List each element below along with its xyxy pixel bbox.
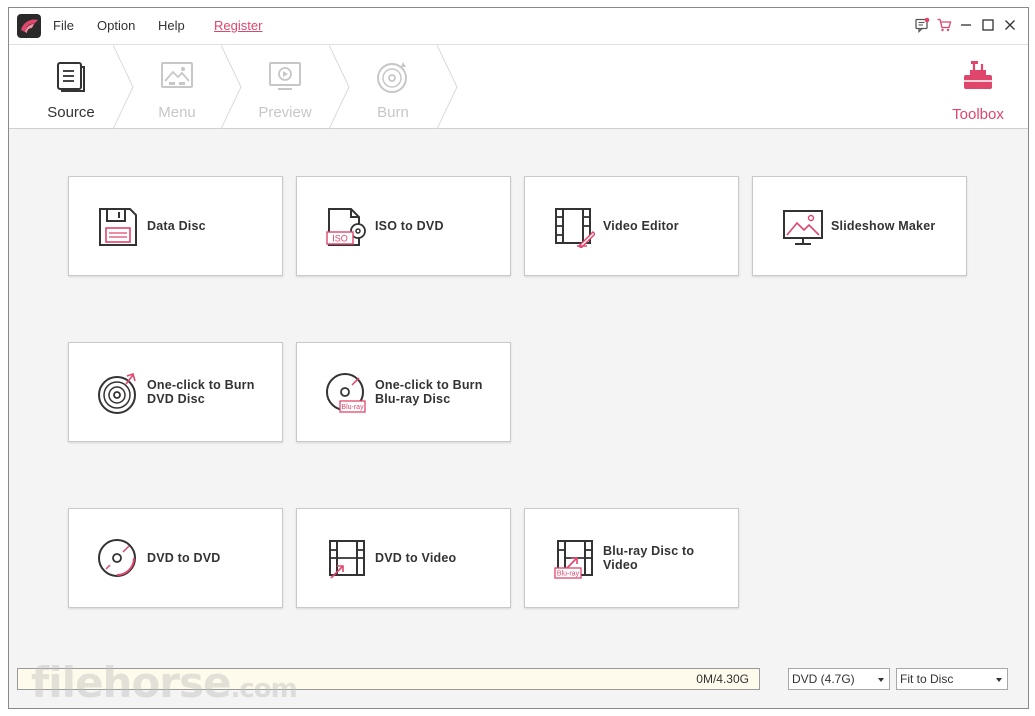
burn-dvd-icon bbox=[97, 372, 139, 414]
burn-bluray-icon: Blu-ray bbox=[325, 372, 367, 414]
fit-mode-value: Fit to Disc bbox=[900, 672, 954, 686]
tool-dvd-to-video[interactable]: DVD to Video bbox=[296, 508, 511, 608]
tool-slideshow-maker[interactable]: Slideshow Maker bbox=[752, 176, 967, 276]
step-burn-label: Burn bbox=[377, 104, 409, 121]
tool-iso-to-dvd[interactable]: ISO ISO to DVD bbox=[296, 176, 511, 276]
maximize-icon[interactable] bbox=[979, 16, 997, 34]
chevron-down-icon bbox=[996, 678, 1002, 682]
step-preview[interactable]: Preview bbox=[231, 45, 339, 129]
bluray-badge-text: Blu-ray bbox=[341, 404, 364, 411]
tool-label: One-click to Burn DVD Disc bbox=[147, 378, 255, 406]
tool-label: ISO to DVD bbox=[375, 219, 444, 233]
step-source-label: Source bbox=[47, 104, 95, 121]
capacity-text: 0M/4.30G bbox=[696, 672, 749, 686]
step-separator bbox=[437, 45, 458, 129]
tool-label: Blu-ray Disc to Video bbox=[603, 544, 695, 572]
dvd-to-video-icon bbox=[325, 538, 367, 580]
title-bar: File Option Help Register bbox=[9, 8, 1028, 45]
disc-type-value: DVD (4.7G) bbox=[792, 672, 855, 686]
menu-help[interactable]: Help bbox=[158, 18, 185, 33]
chevron-down-icon bbox=[878, 678, 884, 682]
tool-dvd-to-dvd[interactable]: DVD to DVD bbox=[68, 508, 283, 608]
menu-file[interactable]: File bbox=[53, 18, 74, 33]
toolbox-button[interactable]: Toolbox bbox=[928, 45, 1028, 129]
tool-label: DVD to Video bbox=[375, 551, 457, 565]
menu-template-icon bbox=[159, 59, 195, 98]
tool-label: Video Editor bbox=[603, 219, 679, 233]
step-menu[interactable]: Menu bbox=[123, 45, 231, 129]
tool-video-editor[interactable]: Video Editor bbox=[524, 176, 739, 276]
close-icon[interactable] bbox=[1001, 16, 1019, 34]
toolbox-label: Toolbox bbox=[952, 106, 1004, 123]
slideshow-monitor-icon bbox=[782, 206, 824, 248]
app-logo-icon bbox=[17, 14, 41, 38]
dvd-copy-icon bbox=[97, 538, 139, 580]
tools-area: Data Disc ISO ISO to DVD Video Editor Sl… bbox=[9, 129, 1028, 656]
preview-icon bbox=[267, 59, 303, 98]
tool-label: One-click to Burn Blu-ray Disc bbox=[375, 378, 483, 406]
status-bar: 0M/4.30G filehorse.com DVD (4.7G) Fit to… bbox=[9, 656, 1028, 708]
bluray-badge-text: Blu-ray bbox=[557, 571, 580, 578]
disc-capacity-bar: 0M/4.30G bbox=[17, 668, 760, 690]
tool-data-disc[interactable]: Data Disc bbox=[68, 176, 283, 276]
tool-label: Data Disc bbox=[147, 219, 206, 233]
tool-label: DVD to DVD bbox=[147, 551, 221, 565]
step-burn[interactable]: Burn bbox=[339, 45, 447, 129]
iso-file-icon: ISO bbox=[325, 206, 367, 248]
iso-badge-text: ISO bbox=[332, 234, 348, 244]
tool-label: Slideshow Maker bbox=[831, 219, 936, 233]
tool-one-click-burn-bluray[interactable]: Blu-ray One-click to Burn Blu-ray Disc bbox=[296, 342, 511, 442]
step-source[interactable]: Source bbox=[17, 45, 125, 129]
tool-bluray-to-video[interactable]: Blu-ray Blu-ray Disc to Video bbox=[524, 508, 739, 608]
register-link[interactable]: Register bbox=[214, 18, 262, 33]
source-icon bbox=[54, 59, 88, 98]
step-preview-label: Preview bbox=[258, 104, 312, 121]
step-navigation: Source Menu Preview Burn Toolbox bbox=[9, 45, 1028, 129]
data-disc-icon bbox=[97, 206, 139, 248]
feedback-icon[interactable] bbox=[913, 16, 931, 34]
minimize-icon[interactable] bbox=[957, 16, 975, 34]
video-editor-icon bbox=[553, 206, 597, 250]
fit-mode-select[interactable]: Fit to Disc bbox=[896, 668, 1008, 690]
cart-icon[interactable] bbox=[935, 16, 953, 34]
menu-option[interactable]: Option bbox=[97, 18, 135, 33]
tool-one-click-burn-dvd[interactable]: One-click to Burn DVD Disc bbox=[68, 342, 283, 442]
step-menu-label: Menu bbox=[158, 104, 196, 121]
disc-type-select[interactable]: DVD (4.7G) bbox=[788, 668, 890, 690]
app-window: File Option Help Register Source Menu Pr… bbox=[8, 7, 1029, 709]
burn-disc-icon bbox=[375, 59, 411, 100]
bluray-to-video-icon: Blu-ray bbox=[553, 538, 595, 580]
toolbox-icon bbox=[961, 59, 995, 98]
